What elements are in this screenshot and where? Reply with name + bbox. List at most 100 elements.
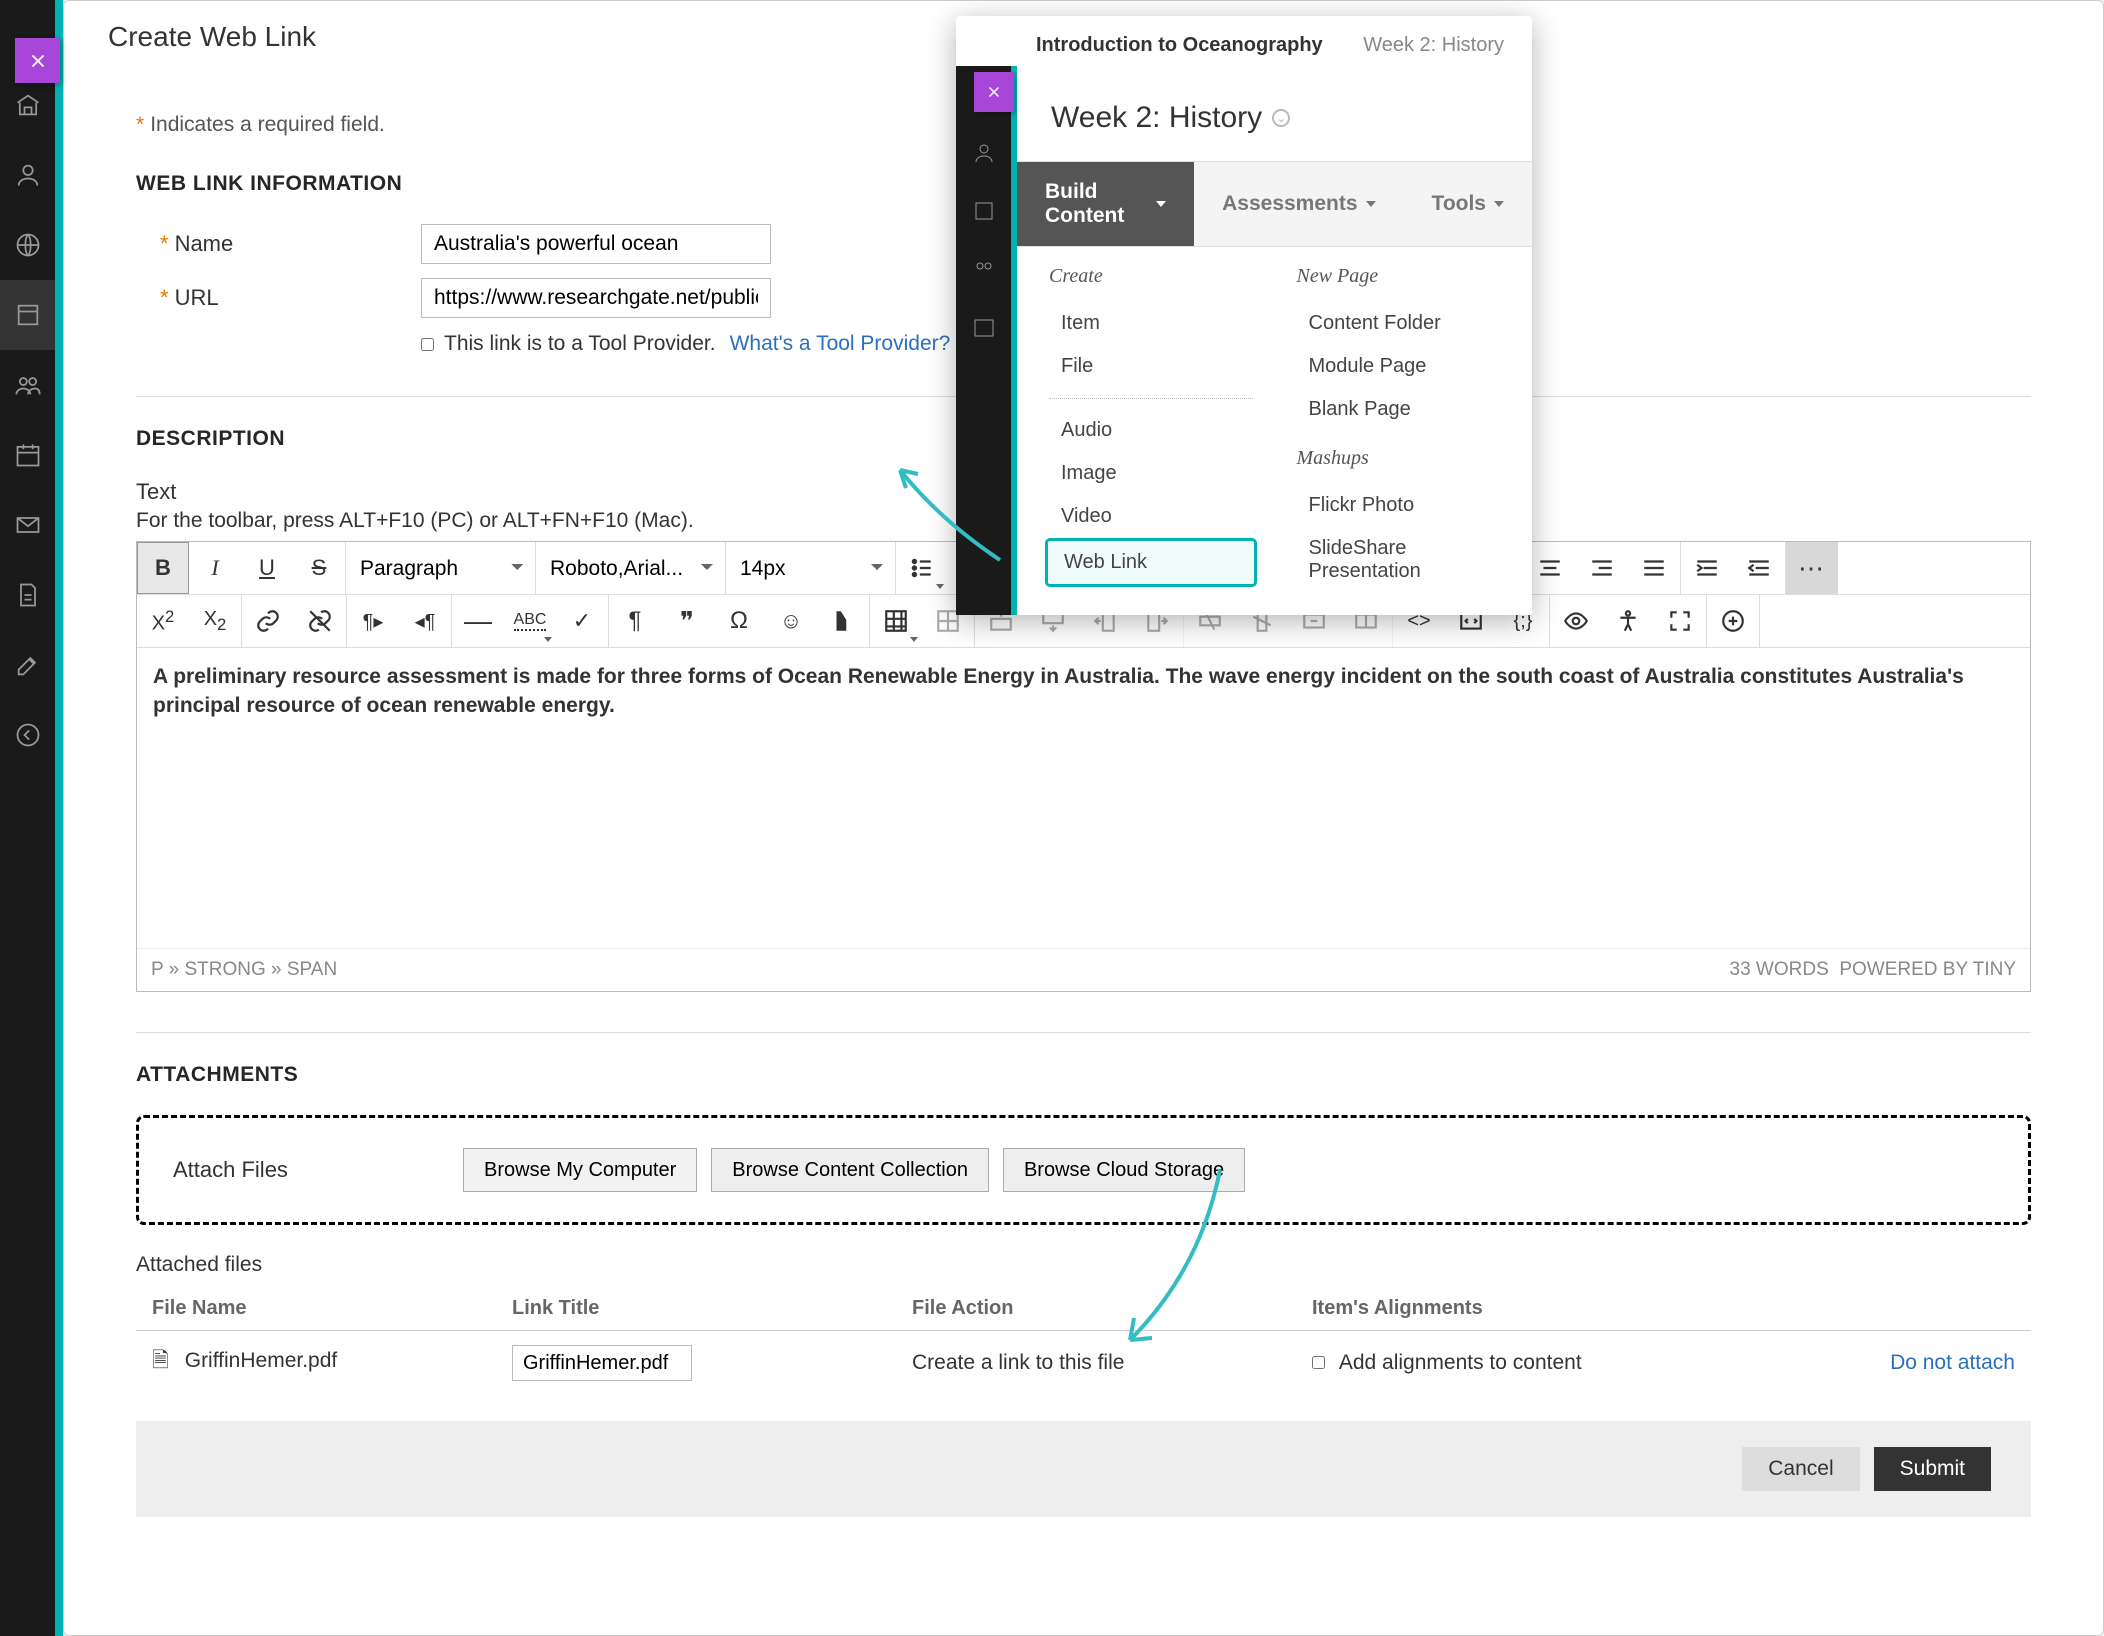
nav-document-icon[interactable]: [0, 560, 55, 630]
nav-courses-icon[interactable]: [0, 280, 55, 350]
file-name: GriffinHemer.pdf: [185, 1349, 338, 1372]
editor-textarea[interactable]: A preliminary resource assessment is mad…: [137, 648, 2030, 948]
special-char-button[interactable]: Ω: [713, 595, 765, 647]
section-attachments: ATTACHMENTS: [136, 1063, 2031, 1087]
newpage-heading: New Page: [1293, 265, 1505, 288]
attached-file-row: 🗎 GriffinHemer.pdf Create a link to this…: [136, 1331, 2031, 1395]
global-nav-rail: [0, 0, 55, 1636]
pop-nav-groups-icon[interactable]: [956, 240, 1011, 298]
name-input[interactable]: [421, 224, 771, 264]
block-format-select[interactable]: Paragraph: [346, 542, 536, 594]
file-action-text: Create a link to this file: [912, 1351, 1312, 1375]
anchor-button[interactable]: [817, 595, 869, 647]
file-table-header: File Name Link Title File Action Item's …: [136, 1287, 2031, 1331]
submit-button[interactable]: Submit: [1874, 1447, 1991, 1491]
popover-title: Week 2: History ⌄: [1017, 71, 1532, 161]
close-panel-button[interactable]: [15, 38, 60, 83]
nav-profile-icon[interactable]: [0, 140, 55, 210]
browse-collection-button[interactable]: Browse Content Collection: [711, 1148, 989, 1192]
bullet-list-button[interactable]: [896, 542, 948, 594]
menu-item-audio[interactable]: Audio: [1045, 409, 1257, 452]
nav-messages-icon[interactable]: [0, 490, 55, 560]
tab-assessments[interactable]: Assessments: [1194, 162, 1403, 246]
underline-button[interactable]: U: [241, 542, 293, 594]
menu-item-flickr[interactable]: Flickr Photo: [1293, 484, 1505, 527]
outdent-button[interactable]: [1733, 542, 1785, 594]
name-label: Name: [175, 231, 234, 256]
menu-item-slideshare[interactable]: SlideShare Presentation: [1293, 527, 1505, 593]
link-title-input[interactable]: [512, 1345, 692, 1381]
cancel-button[interactable]: Cancel: [1742, 1447, 1859, 1491]
preview-button[interactable]: [1550, 595, 1602, 647]
table-button[interactable]: [870, 595, 922, 647]
breadcrumb: Introduction to Oceanography Week 2: His…: [956, 16, 1532, 71]
subscript-button[interactable]: X2: [189, 595, 241, 647]
blockquote-button[interactable]: ❞: [661, 595, 713, 647]
italic-button[interactable]: I: [189, 542, 241, 594]
tab-tools[interactable]: Tools: [1404, 162, 1532, 246]
build-content-popover: Introduction to Oceanography Week 2: His…: [956, 16, 1532, 615]
menu-item-file[interactable]: File: [1045, 345, 1257, 388]
menu-item-content-folder[interactable]: Content Folder: [1293, 302, 1505, 345]
more-toolbar-button[interactable]: ⋯: [1786, 542, 1838, 594]
word-count: 33 WORDS: [1730, 959, 1829, 980]
menu-item-blank-page[interactable]: Blank Page: [1293, 388, 1505, 431]
font-size-select[interactable]: 14px: [726, 542, 896, 594]
popover-close-button[interactable]: [974, 72, 1014, 112]
file-icon: 🗎: [152, 1349, 169, 1372]
editor-path: P » STRONG » SPAN: [151, 959, 337, 981]
nav-globe-icon[interactable]: [0, 210, 55, 280]
do-not-attach-link[interactable]: Do not attach: [1890, 1351, 2015, 1374]
url-input[interactable]: [421, 278, 771, 318]
add-content-button[interactable]: [1707, 595, 1759, 647]
spellcheck-button[interactable]: ✓: [556, 595, 608, 647]
chevron-down-icon[interactable]: ⌄: [1272, 109, 1290, 127]
bold-button[interactable]: B: [137, 542, 189, 594]
tab-build-content[interactable]: Build Content: [1017, 162, 1194, 246]
abbr-button[interactable]: ABC: [504, 595, 556, 647]
nav-groups-icon[interactable]: [0, 350, 55, 420]
font-family-select[interactable]: Roboto,Arial...: [536, 542, 726, 594]
ltr-button[interactable]: ¶▸: [347, 595, 399, 647]
add-alignments-checkbox[interactable]: [1312, 1356, 1325, 1369]
tool-provider-checkbox[interactable]: [421, 338, 434, 351]
menu-item-item[interactable]: Item: [1045, 302, 1257, 345]
nav-edit-icon[interactable]: [0, 630, 55, 700]
nav-back-icon[interactable]: [0, 700, 55, 770]
menu-item-module-page[interactable]: Module Page: [1293, 345, 1505, 388]
menu-item-image[interactable]: Image: [1045, 452, 1257, 495]
emoji-button[interactable]: ☺: [765, 595, 817, 647]
menu-item-web-link[interactable]: Web Link: [1045, 538, 1257, 587]
create-heading: Create: [1045, 265, 1257, 288]
attach-files-label: Attach Files: [173, 1157, 463, 1183]
paragraph-button[interactable]: ¶: [609, 595, 661, 647]
attached-files-heading: Attached files: [136, 1253, 2031, 1277]
link-button[interactable]: [242, 595, 294, 647]
mashups-heading: Mashups: [1293, 447, 1505, 470]
nav-calendar-icon[interactable]: [0, 420, 55, 490]
unlink-button[interactable]: [294, 595, 346, 647]
strike-button[interactable]: S: [293, 542, 345, 594]
tool-provider-help-link[interactable]: What's a Tool Provider?: [730, 332, 951, 356]
fullscreen-button[interactable]: [1654, 595, 1706, 647]
pop-nav-courses-icon[interactable]: [956, 182, 1011, 240]
superscript-button[interactable]: X2: [137, 595, 189, 647]
accent-stripe: [55, 0, 63, 1636]
tool-provider-label: This link is to a Tool Provider.: [444, 332, 716, 356]
url-label: URL: [175, 285, 219, 310]
align-justify-button[interactable]: [1628, 542, 1680, 594]
rtl-button[interactable]: ◂¶: [399, 595, 451, 647]
indent-button[interactable]: [1681, 542, 1733, 594]
hr-button[interactable]: —: [452, 595, 504, 647]
pop-nav-profile-icon[interactable]: [956, 124, 1011, 182]
align-right-button[interactable]: [1576, 542, 1628, 594]
browse-cloud-button[interactable]: Browse Cloud Storage: [1003, 1148, 1245, 1192]
browse-computer-button[interactable]: Browse My Computer: [463, 1148, 697, 1192]
add-alignments-label: Add alignments to content: [1339, 1351, 1582, 1374]
pop-nav-calendar-icon[interactable]: [956, 298, 1011, 356]
menu-item-video[interactable]: Video: [1045, 495, 1257, 538]
form-footer: Cancel Submit: [136, 1421, 2031, 1517]
accessibility-button[interactable]: [1602, 595, 1654, 647]
powered-by: POWERED BY TINY: [1839, 959, 2016, 980]
attach-files-dropzone[interactable]: Attach Files Browse My Computer Browse C…: [136, 1115, 2031, 1225]
